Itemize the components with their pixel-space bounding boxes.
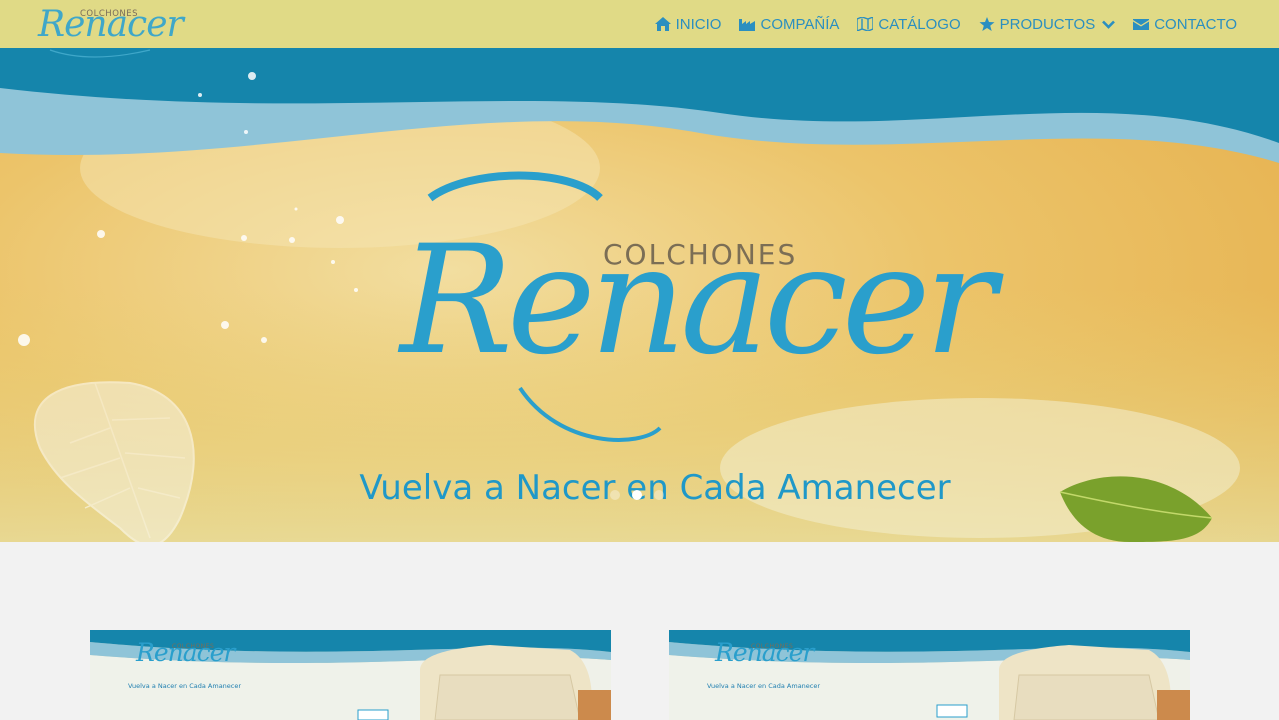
chevron-down-icon	[1102, 20, 1116, 29]
logo-subtitle: COLCHONES	[80, 9, 139, 19]
card-tagline: Vuelva a Nacer en Cada Amanecer	[707, 682, 821, 690]
nav-label: PRODUCTOS	[999, 15, 1096, 33]
main-nav: INICIO COMPAÑÍA CATÁLOGO PRODUCTOS CONTA…	[654, 0, 1237, 48]
site-header: Renacer COLCHONES INICIO COMPAÑÍA CATÁLO…	[0, 0, 1279, 58]
hero-tagline: Vuelva a Nacer en Cada Amanecer	[359, 468, 951, 508]
slider-dot[interactable]	[654, 490, 664, 500]
nav-productos[interactable]: PRODUCTOS	[979, 16, 1116, 33]
industry-icon	[739, 19, 756, 31]
card-tagline: Vuelva a Nacer en Cada Amanecer	[128, 682, 242, 690]
nav-label: CATÁLOGO	[878, 15, 961, 33]
nav-label: INICIO	[675, 15, 722, 33]
slider-dot[interactable]	[610, 490, 620, 500]
hero-logo-wordmark: Renacer	[400, 214, 996, 388]
star-icon	[979, 17, 995, 31]
nav-inicio[interactable]: INICIO	[654, 15, 722, 33]
card-logo-wordmark: Renacer	[136, 638, 235, 667]
product-card[interactable]: COLCHONES Renacer Vuelva a Nacer en Cada…	[669, 630, 1190, 720]
site-logo[interactable]: Renacer COLCHONES	[30, 0, 184, 62]
home-icon	[654, 17, 671, 31]
product-card[interactable]: COLCHONES Renacer Vuelva a Nacer en Cada…	[90, 630, 611, 720]
envelope-icon	[1133, 19, 1150, 30]
hero-slider[interactable]: COLCHONES Renacer Vuelva a Nacer en Cada…	[0, 48, 1279, 542]
map-icon	[857, 17, 874, 31]
nav-label: CONTACTO	[1154, 15, 1237, 33]
nav-catalogo[interactable]: CATÁLOGO	[857, 15, 961, 33]
nav-label: COMPAÑÍA	[760, 15, 840, 33]
slider-dots	[610, 490, 664, 500]
slider-dot[interactable]	[632, 490, 642, 500]
nav-contacto[interactable]: CONTACTO	[1133, 16, 1237, 33]
nav-compania[interactable]: COMPAÑÍA	[739, 16, 839, 33]
card-logo-wordmark: Renacer	[715, 638, 814, 667]
